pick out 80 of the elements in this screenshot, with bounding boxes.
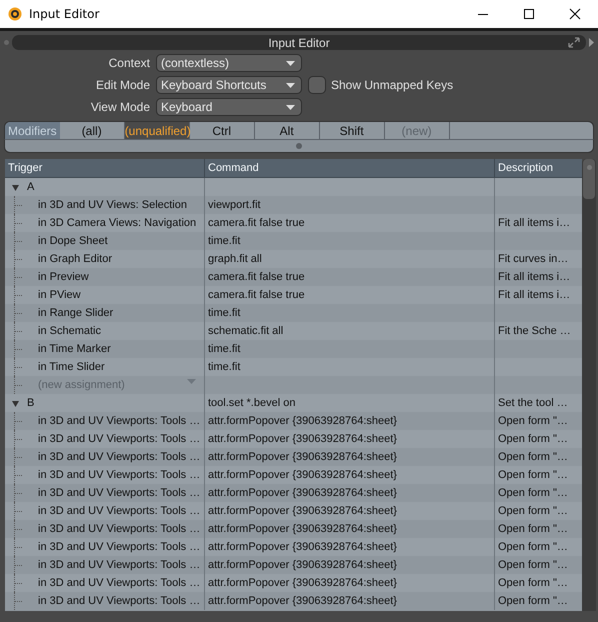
- command-cell: time.fit: [205, 358, 495, 376]
- modifier-tab[interactable]: (unqualified): [124, 122, 190, 139]
- description-cell-text: Open form "…: [497, 414, 569, 429]
- trigger-cell: in 3D and UV Viewports: Tools …: [38, 541, 200, 553]
- trigger-cell: in Graph Editor: [38, 253, 112, 265]
- command-cell: camera.fit false true: [205, 214, 495, 232]
- column-header: Description: [498, 162, 554, 174]
- trigger-cell: in 3D and UV Viewports: Tools …: [38, 451, 200, 463]
- dropdown[interactable]: Keyboard Shortcuts: [156, 76, 302, 94]
- trigger-cell: in 3D and UV Viewports: Tools …: [38, 595, 200, 607]
- arrow-right-icon[interactable]: [589, 38, 594, 47]
- expanded-arrow-icon[interactable]: [12, 184, 19, 190]
- field-label: Context: [108, 56, 150, 70]
- trigger-cell: in Schematic: [38, 325, 101, 337]
- description-cell-text: Open form "…: [497, 522, 569, 537]
- trigger-cell: in PView: [38, 289, 81, 301]
- trigger-cell: in Range Slider: [38, 307, 114, 319]
- resize-handle[interactable]: [296, 143, 302, 149]
- command-cell: attr.formPopover {39063928764:sheet}: [205, 466, 495, 484]
- maximize-icon: [523, 8, 535, 20]
- description-cell-text: Open form "…: [497, 486, 569, 501]
- description-cell-text: Fit all items i…: [497, 288, 572, 303]
- caret-icon: [187, 379, 196, 384]
- caret-icon: [286, 104, 295, 110]
- command-cell: attr.formPopover {39063928764:sheet}: [205, 430, 495, 448]
- description-cell-text: Fit all items i…: [497, 216, 572, 231]
- expand-icon[interactable]: [568, 37, 580, 48]
- trigger-cell: in 3D and UV Viewports: Tools …: [38, 523, 200, 535]
- panel-title: Input Editor: [268, 36, 330, 50]
- description-cell-text: Fit the Sche …: [497, 324, 572, 339]
- checkbox[interactable]: [308, 76, 326, 94]
- command-cell: attr.formPopover {39063928764:sheet}: [205, 502, 495, 520]
- field-label: Edit Mode: [94, 78, 150, 92]
- description-cell-text: Open form "…: [497, 432, 569, 447]
- description-cell-text: Set the tool …: [497, 396, 569, 411]
- trigger-cell: in 3D and UV Viewports: Tools …: [38, 433, 200, 445]
- description-cell-text: Open form "…: [497, 576, 569, 591]
- group-key: A: [27, 181, 34, 193]
- description-cell-text: Fit all items i…: [497, 270, 572, 285]
- app-logo-icon: [8, 7, 22, 21]
- trigger-cell: in Dope Sheet: [38, 235, 108, 247]
- command-cell: attr.formPopover {39063928764:sheet}: [205, 574, 495, 592]
- description-cell-text: Open form "…: [497, 504, 569, 519]
- trigger-cell: in 3D and UV Views: Selection: [38, 199, 187, 211]
- trigger-cell: in 3D and UV Viewports: Tools …: [38, 559, 200, 571]
- trigger-cell: in 3D and UV Viewports: Tools …: [38, 505, 200, 517]
- column-header: Trigger: [8, 162, 42, 174]
- description-cell-text: Open form "…: [497, 468, 569, 483]
- trigger-cell: in Time Marker: [38, 343, 111, 355]
- dropdown[interactable]: Keyboard: [156, 98, 302, 116]
- close-icon: [569, 8, 581, 20]
- modifiers-label: Modifiers: [5, 122, 60, 139]
- window-title: Input Editor: [29, 7, 100, 21]
- scrollbar-thumb[interactable]: [583, 159, 595, 199]
- checkbox-label: Show Unmapped Keys: [331, 78, 454, 92]
- caret-icon: [286, 60, 295, 66]
- command-cell: attr.formPopover {39063928764:sheet}: [205, 592, 495, 610]
- description-cell-text: Open form "…: [497, 540, 569, 555]
- column-header: Command: [208, 162, 259, 174]
- trigger-cell: in Time Slider: [38, 361, 105, 373]
- trigger-cell: in 3D and UV Viewports: Tools …: [38, 577, 200, 589]
- expanded-arrow-icon[interactable]: [12, 400, 19, 406]
- command-cell: tool.set *.bevel on: [205, 394, 495, 412]
- trigger-cell: in 3D and UV Viewports: Tools …: [38, 487, 200, 499]
- caret-icon: [286, 82, 295, 88]
- command-cell: attr.formPopover {39063928764:sheet}: [205, 538, 495, 556]
- description-cell-text: Open form "…: [497, 558, 569, 573]
- dropdown[interactable]: (contextless): [156, 54, 302, 72]
- trigger-cell: in Preview: [38, 271, 89, 283]
- description-cell-text: Open form "…: [497, 594, 569, 609]
- trigger-cell: in 3D Camera Views: Navigation: [38, 217, 196, 229]
- group-key: B: [27, 397, 34, 409]
- trigger-cell: in 3D and UV Viewports: Tools …: [38, 415, 200, 427]
- description-cell-text: Open form "…: [497, 450, 569, 465]
- trigger-cell: in 3D and UV Viewports: Tools …: [38, 469, 200, 481]
- field-label: View Mode: [90, 100, 150, 114]
- command-cell: graph.fit all: [205, 250, 495, 268]
- description-cell-text: Fit curves in…: [497, 252, 570, 267]
- command-cell: schematic.fit all: [205, 322, 495, 340]
- command-cell: camera.fit false true: [205, 286, 495, 304]
